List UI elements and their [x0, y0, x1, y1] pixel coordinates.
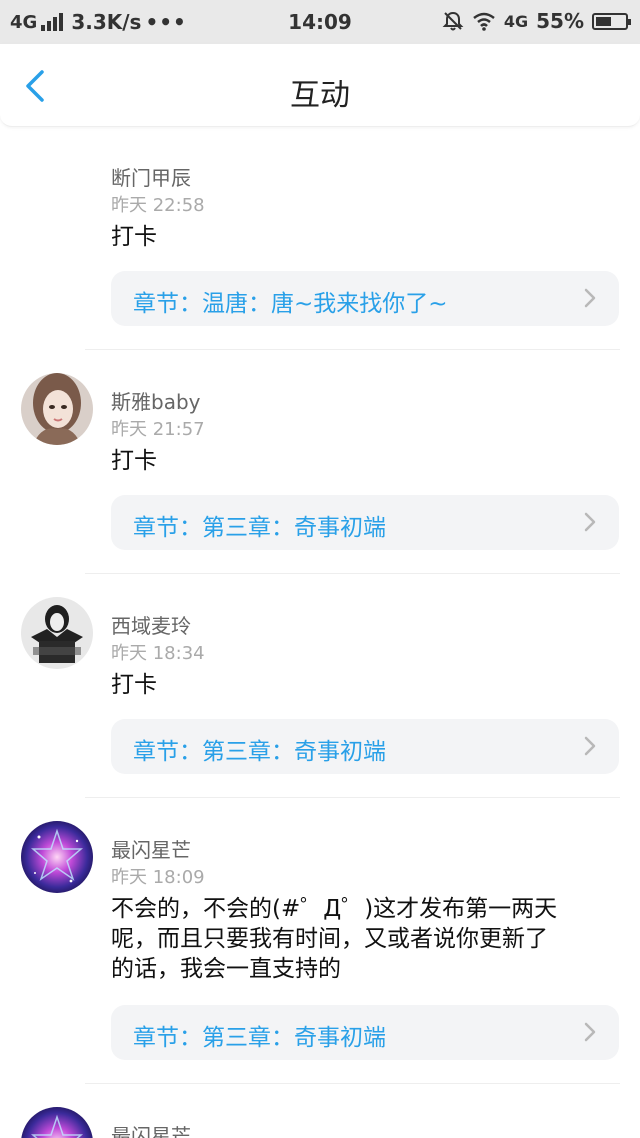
chevron-right-icon — [584, 736, 596, 756]
comment-item: 斯雅baby 昨天 21:57 打卡 章节：第三章：奇事初端 — [0, 350, 640, 574]
comment-time: 昨天 18:09 — [111, 867, 205, 888]
comment-item: 断门甲辰 昨天 22:58 打卡 章节：温唐：唐~我来找你了~ — [0, 126, 640, 350]
network-type-right: 4G — [503, 11, 529, 31]
battery-percent: 55% — [536, 9, 584, 33]
comment-item: 西域麦玲 昨天 18:34 打卡 章节：第三章：奇事初端 — [0, 574, 640, 798]
avatar[interactable] — [21, 821, 93, 893]
comment-text: 不会的，不会的(#゜Д゜)这才发布第一两天 呢，而且只要我有时间，又或者说你更新… — [111, 894, 616, 984]
chapter-link-label: 章节：第三章：奇事初端 — [133, 739, 386, 765]
comment-time: 昨天 18:34 — [111, 643, 205, 664]
comment-time: 昨天 22:58 — [111, 195, 205, 216]
chapter-link-label: 章节：第三章：奇事初端 — [133, 515, 386, 541]
comment-item: 最闪星芒 昨天 18:09 不会的，不会的(#゜Д゜)这才发布第一两天 呢，而且… — [0, 798, 640, 1084]
comment-text: 打卡 — [111, 672, 157, 698]
chevron-right-icon — [584, 1022, 596, 1042]
battery-icon — [592, 12, 631, 30]
chapter-link[interactable]: 章节：温唐：唐~我来找你了~ — [111, 271, 619, 326]
comment-username[interactable]: 西域麦玲 — [111, 610, 191, 639]
navigation-bar: 互动 — [0, 44, 640, 127]
avatar[interactable] — [21, 1107, 93, 1138]
comment-item: 最闪星芒 — [0, 1084, 640, 1138]
comment-text-line: 呢，而且只要我有时间，又或者说你更新了 — [111, 926, 548, 952]
chapter-link[interactable]: 章节：第三章：奇事初端 — [111, 719, 619, 774]
wifi-icon — [473, 12, 495, 31]
chapter-link[interactable]: 章节：第三章：奇事初端 — [111, 495, 619, 550]
avatar[interactable] — [21, 373, 93, 445]
chapter-link[interactable]: 章节：第三章：奇事初端 — [111, 1005, 619, 1060]
comment-username[interactable]: 斯雅baby — [111, 386, 200, 415]
comment-text-line: 不会的，不会的(#゜Д゜)这才发布第一两天 — [111, 896, 558, 922]
comment-username[interactable]: 最闪星芒 — [111, 834, 191, 863]
chevron-right-icon — [584, 512, 596, 532]
avatar[interactable] — [21, 597, 93, 669]
comment-username[interactable]: 最闪星芒 — [111, 1120, 191, 1138]
page-title: 互动 — [290, 78, 350, 113]
comment-text: 打卡 — [111, 224, 157, 250]
chevron-right-icon — [584, 288, 596, 308]
comment-text: 打卡 — [111, 448, 157, 474]
comment-username[interactable]: 断门甲辰 — [111, 162, 191, 191]
battery-fill — [596, 16, 611, 26]
chapter-link-label: 章节：温唐：唐~我来找你了~ — [133, 291, 448, 317]
comment-text-line: 的话，我会一直支持的 — [111, 956, 341, 982]
status-bar: 4G 3.3K/s ••• 14:09 4G 55% — [0, 0, 640, 44]
chapter-link-label: 章节：第三章：奇事初端 — [133, 1025, 386, 1051]
muted-bell-icon — [442, 11, 464, 31]
comment-time: 昨天 21:57 — [111, 419, 205, 440]
